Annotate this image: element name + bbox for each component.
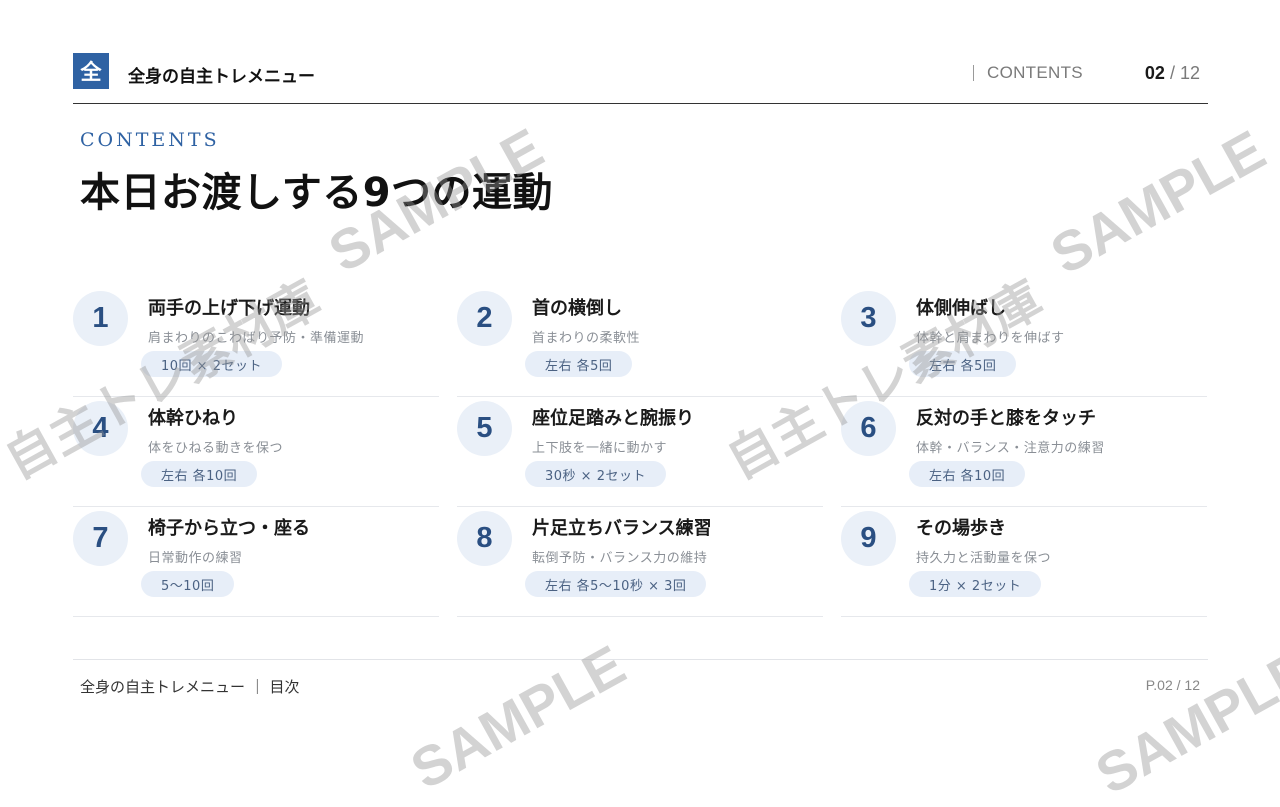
eyebrow-label: CONTENTS [80,129,220,151]
header: 全 全身の自主トレメニュー CONTENTS 02 / 12 [73,53,1208,103]
exercise-number: 8 [457,511,512,566]
exercise-card: 8 片足立ちバランス練習 転倒予防・バランス力の維持 左右 各5〜10秒 × 3… [457,507,823,617]
reps-badge: 左右 各10回 [141,461,258,487]
exercise-number: 1 [73,291,128,346]
watermark-sample: SAMPLE [400,632,636,801]
reps-badge: 左右 各10回 [909,461,1026,487]
footer-divider [73,659,1208,660]
page-title: 本日お渡しする9つの運動 [80,170,554,216]
header-divider [73,103,1208,104]
exercise-number: 5 [457,401,512,456]
exercise-description: 首まわりの柔軟性 [532,331,641,346]
exercise-title: 反対の手と膝をタッチ [916,408,1096,429]
exercise-title: 首の横倒し [532,298,622,319]
reps-badge: 左右 各5〜10秒 × 3回 [525,571,707,597]
exercise-number: 3 [841,291,896,346]
footer-title: 全身の自主トレメニュー ｜ 目次 [80,678,300,696]
exercise-title: 体幹ひねり [148,408,238,429]
exercise-number: 4 [73,401,128,456]
reps-badge: 左右 各5回 [525,351,633,377]
reps-badge: 左右 各5回 [909,351,1017,377]
exercise-card: 4 体幹ひねり 体をひねる動きを保つ 左右 各10回 [73,397,439,507]
exercise-title: 体側伸ばし [916,298,1006,319]
exercise-title: 椅子から立つ・座る [148,518,310,539]
exercise-card: 7 椅子から立つ・座る 日常動作の練習 5〜10回 [73,507,439,617]
page-indicator: 02 / 12 [1145,63,1200,84]
page-separator: / [1164,63,1180,83]
exercise-description: 転倒予防・バランス力の維持 [532,551,708,566]
exercise-number: 9 [841,511,896,566]
reps-badge: 10回 × 2セット [141,351,282,377]
logo-badge: 全 [73,53,109,89]
exercise-number: 2 [457,291,512,346]
exercise-description: 日常動作の練習 [148,551,243,566]
watermark-sample: SAMPLE [1085,637,1280,806]
section-label-text: CONTENTS [987,63,1083,82]
page-total: 12 [1179,63,1200,83]
exercise-grid: 1 両手の上げ下げ運動 肩まわりのこわばり予防・準備運動 10回 × 2セット … [73,287,1208,617]
exercise-description: 持久力と活動量を保つ [916,551,1052,566]
exercise-title: 座位足踏みと腕振り [532,408,694,429]
exercise-number: 6 [841,401,896,456]
exercise-description: 体をひねる動きを保つ [148,441,284,456]
exercise-card: 6 反対の手と膝をタッチ 体幹・バランス・注意力の練習 左右 各10回 [841,397,1207,507]
exercise-card: 2 首の横倒し 首まわりの柔軟性 左右 各5回 [457,287,823,397]
footer-page-number: P.02 / 12 [1145,677,1200,693]
exercise-description: 体幹・バランス・注意力の練習 [916,441,1105,456]
exercise-card: 5 座位足踏みと腕振り 上下肢を一緒に動かす 30秒 × 2セット [457,397,823,507]
page-current: 02 [1144,63,1165,83]
watermark-sample: SAMPLE [1040,117,1276,286]
exercise-title: 両手の上げ下げ運動 [148,298,310,319]
exercise-number: 7 [73,511,128,566]
exercise-card: 3 体側伸ばし 体幹と肩まわりを伸ばす 左右 各5回 [841,287,1207,397]
exercise-title: その場歩き [916,518,1006,539]
section-label: CONTENTS [973,63,1083,83]
exercise-description: 体幹と肩まわりを伸ばす [916,331,1065,346]
reps-badge: 1分 × 2セット [909,571,1042,597]
exercise-title: 片足立ちバランス練習 [532,518,712,539]
exercise-description: 上下肢を一緒に動かす [532,441,668,456]
app-title: 全身の自主トレメニュー [128,67,315,87]
exercise-card: 1 両手の上げ下げ運動 肩まわりのこわばり予防・準備運動 10回 × 2セット [73,287,439,397]
reps-badge: 5〜10回 [141,571,235,597]
exercise-description: 肩まわりのこわばり予防・準備運動 [148,331,365,346]
exercise-card: 9 その場歩き 持久力と活動量を保つ 1分 × 2セット [841,507,1207,617]
reps-badge: 30秒 × 2セット [525,461,666,487]
